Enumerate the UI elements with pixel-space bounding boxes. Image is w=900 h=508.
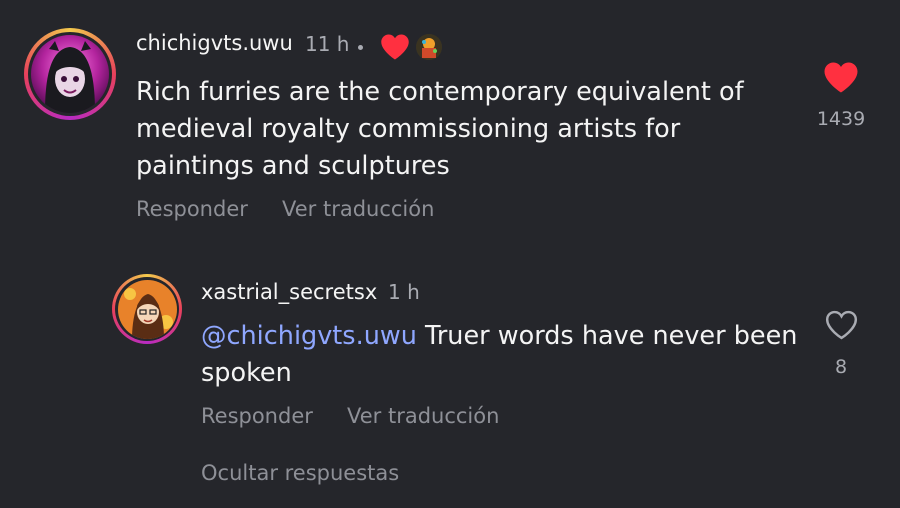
comment-time: 11 h [305,32,350,56]
comment-text: Rich furries are the contemporary equiva… [136,77,744,181]
avatar-image [31,35,109,113]
translate-button[interactable]: Ver traducción [282,197,434,221]
heart-filled-icon[interactable] [823,61,859,94]
mention-link[interactable]: @chichigvts.uwu [201,321,417,351]
avatar-chichigvts[interactable] [24,28,116,120]
like-count: 1439 [816,108,866,130]
avatar-image [117,279,177,339]
reply-button[interactable]: Responder [136,197,248,221]
comment-text: @chichigvts.uwu Truer words have never b… [201,318,801,392]
creator-avatar-badge-icon [416,34,442,60]
comment-username[interactable]: xastrial_secretsx [201,280,377,304]
translate-button[interactable]: Ver traducción [347,404,499,428]
creator-liked-heart-icon [381,34,409,60]
reply-button[interactable]: Responder [201,404,313,428]
comment-username[interactable]: chichigvts.uwu [136,31,293,55]
heart-outline-icon[interactable] [825,310,858,340]
avatar-xastrial[interactable] [112,274,182,344]
hide-replies-button[interactable]: Ocultar respuestas [201,461,399,485]
comment-time: 1 h [388,280,420,304]
like-count: 8 [834,356,848,378]
separator-dot [358,45,363,50]
